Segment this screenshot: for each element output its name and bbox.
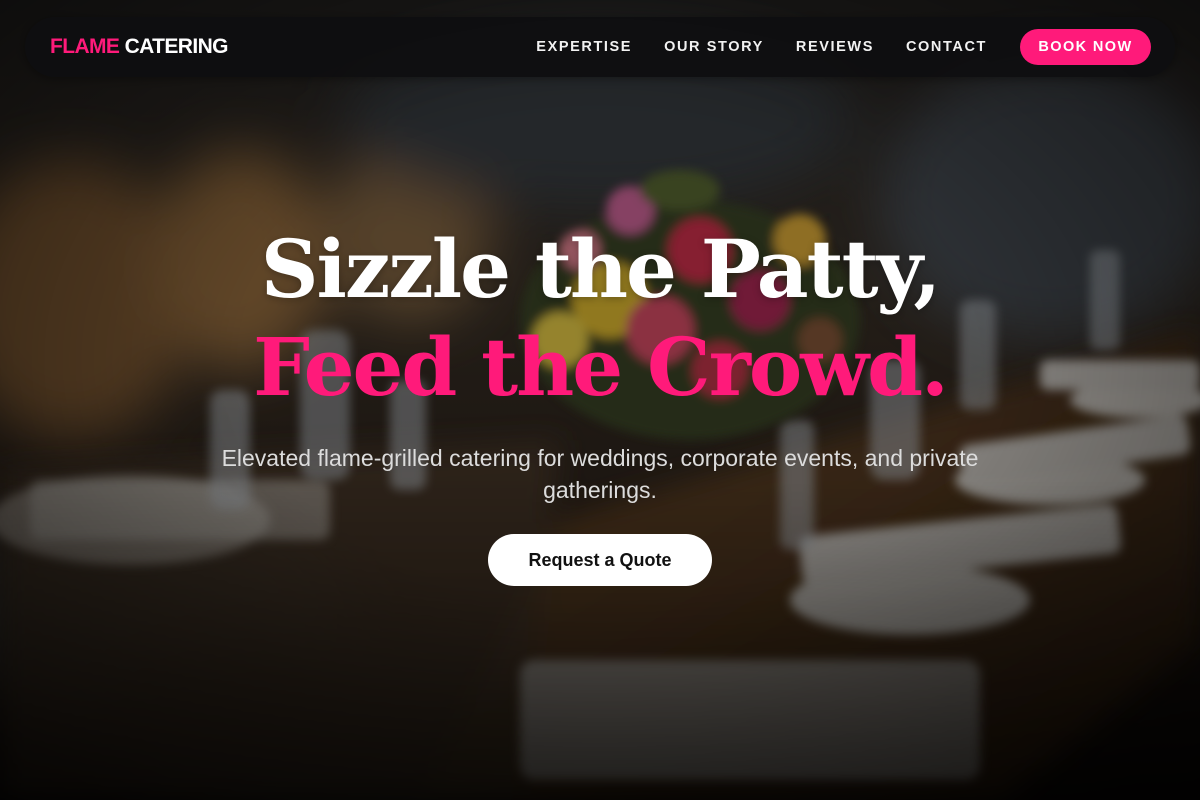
- nav-link-our-story[interactable]: OUR STORY: [664, 39, 764, 55]
- nav-link-contact[interactable]: CONTACT: [906, 39, 987, 55]
- book-now-button[interactable]: BOOK NOW: [1020, 29, 1151, 65]
- brand-logo-text: CATERING: [119, 35, 229, 58]
- brand-logo-accent: FLAME: [50, 35, 120, 58]
- brand-logo[interactable]: FLAME CATERING: [50, 17, 228, 77]
- hero-subtitle: Elevated flame-grilled catering for wedd…: [221, 445, 979, 503]
- request-quote-button[interactable]: Request a Quote: [488, 534, 712, 586]
- nav-links: EXPERTISE OUR STORY REVIEWS CONTACT: [536, 17, 987, 77]
- navbar: FLAME CATERING EXPERTISE OUR STORY REVIE…: [25, 17, 1175, 77]
- nav-link-expertise[interactable]: EXPERTISE: [536, 39, 632, 55]
- nav-link-reviews[interactable]: REVIEWS: [796, 39, 874, 55]
- hero-headline-line-2: Feed the Crowd.: [253, 320, 949, 414]
- hero-headline-line-1: Sizzle the Patty,: [260, 222, 941, 316]
- hero-section: FLAME CATERING EXPERTISE OUR STORY REVIE…: [0, 0, 1200, 800]
